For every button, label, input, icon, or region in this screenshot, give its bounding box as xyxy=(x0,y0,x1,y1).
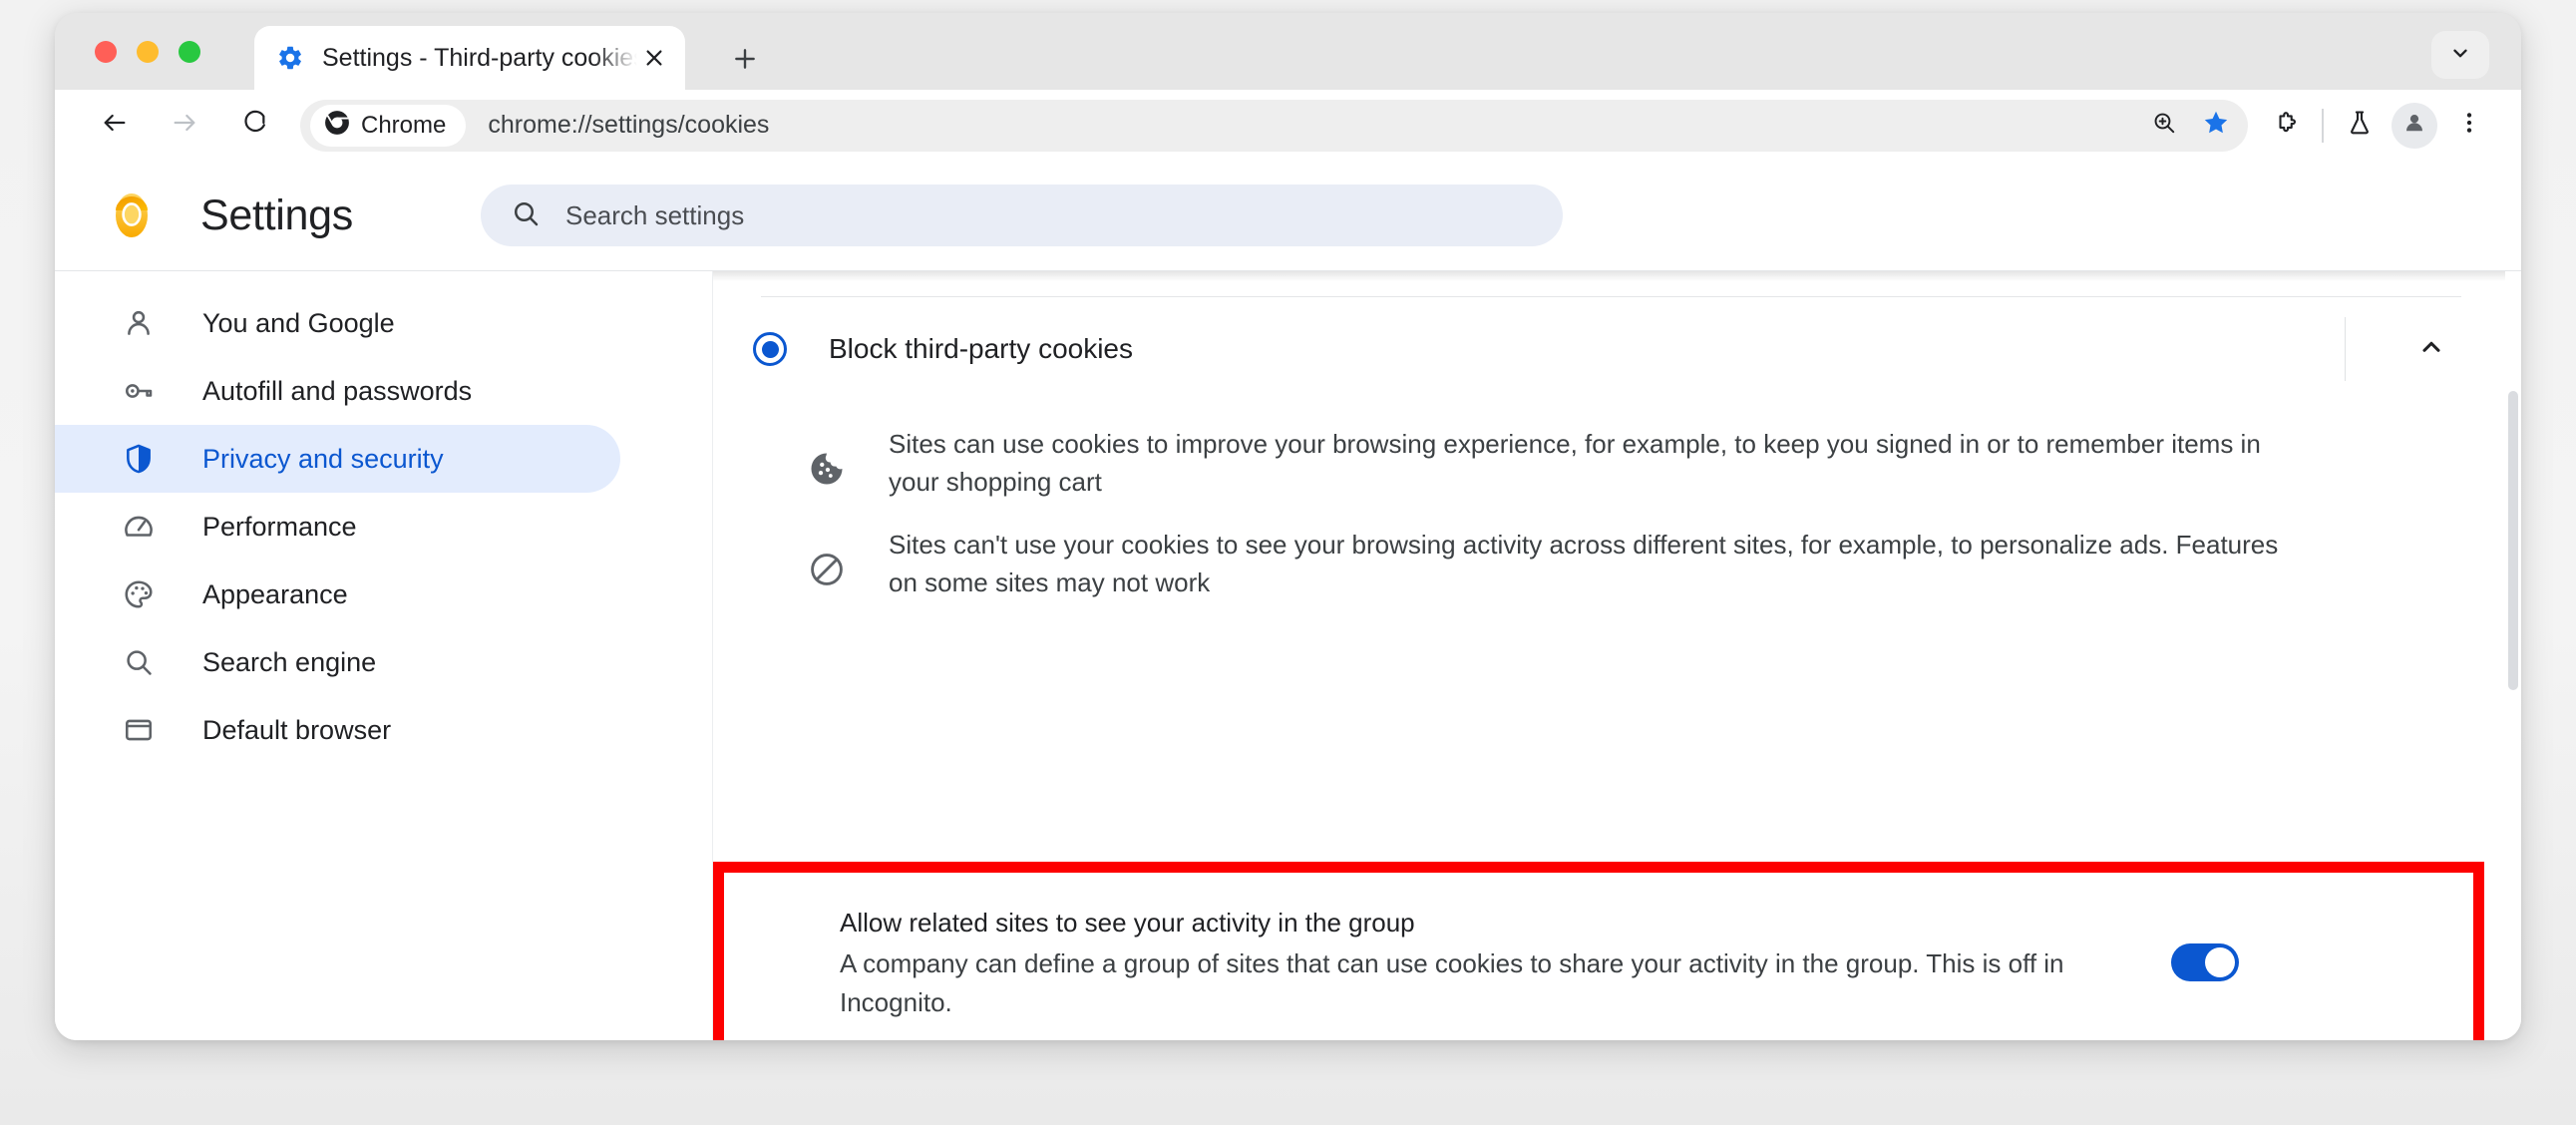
reload-button[interactable] xyxy=(230,102,278,150)
blocked-circle-slash-icon xyxy=(805,548,849,591)
zoom-button[interactable] xyxy=(2140,102,2188,150)
reload-icon xyxy=(240,109,268,142)
settings-main-content: Block third-party cookies Sites can use … xyxy=(713,271,2521,1040)
sidebar-item-label: You and Google xyxy=(202,307,395,338)
sidebar-item-search-engine[interactable]: Search engine xyxy=(55,628,620,696)
chrome-chip-label: Chrome xyxy=(361,111,447,139)
related-sites-description: A company can define a group of sites th… xyxy=(840,947,2064,1017)
zoom-in-icon xyxy=(2151,110,2177,141)
puzzle-piece-icon xyxy=(2272,109,2300,142)
tab-strip: Settings - Third-party cookies xyxy=(55,13,2521,90)
labs-button[interactable] xyxy=(2334,100,2386,152)
profile-button[interactable] xyxy=(2392,102,2437,149)
page-title: Settings xyxy=(200,190,353,239)
search-input[interactable]: Search settings xyxy=(565,200,744,231)
sidebar-item-appearance[interactable]: Appearance xyxy=(55,561,620,628)
browser-window: Settings - Third-party cookies Chrome ch… xyxy=(55,13,2521,1040)
window-icon xyxy=(121,712,157,748)
browser-tab[interactable]: Settings - Third-party cookies xyxy=(254,26,685,90)
collapse-section-button[interactable] xyxy=(2401,319,2461,379)
address-bar[interactable]: Chrome chrome://settings/cookies xyxy=(300,99,2248,152)
radio-label: Block third-party cookies xyxy=(829,333,1134,364)
chevron-up-icon xyxy=(2417,333,2445,366)
sidebar-item-label: Privacy and security xyxy=(202,443,444,474)
vertical-divider xyxy=(2345,317,2346,381)
chrome-origin-chip[interactable]: Chrome xyxy=(310,104,467,147)
sidebar-item-you-and-google[interactable]: You and Google xyxy=(55,289,620,357)
chevron-down-icon xyxy=(2449,42,2471,69)
omnibox-actions xyxy=(2140,100,2248,152)
extensions-button[interactable] xyxy=(2260,100,2312,152)
search-icon xyxy=(511,198,541,233)
three-dot-menu-icon xyxy=(2456,110,2482,141)
shield-icon xyxy=(121,441,157,477)
star-filled-icon xyxy=(2202,109,2230,142)
chrome-logo-icon xyxy=(324,110,350,141)
browser-toolbar: Chrome chrome://settings/cookies xyxy=(55,90,2521,161)
bullet-cookies-blocked: Sites can't use your cookies to see your… xyxy=(713,526,2521,602)
settings-body: You and Google Autofill and passwords Pr… xyxy=(55,270,2521,1040)
sidebar-item-label: Autofill and passwords xyxy=(202,375,473,406)
person-icon xyxy=(121,305,157,341)
key-icon xyxy=(121,373,157,409)
related-sites-title: Allow related sites to see your activity… xyxy=(840,907,1415,938)
settings-page: Settings Search settings You and Google … xyxy=(55,161,2521,1040)
back-arrow-icon xyxy=(101,109,129,142)
chrome-menu-button[interactable] xyxy=(2443,100,2495,152)
collapse-controls xyxy=(2345,297,2461,401)
speedometer-icon xyxy=(121,509,157,545)
back-button[interactable] xyxy=(91,102,139,150)
sidebar-item-label: Search engine xyxy=(202,646,377,677)
toolbar-divider xyxy=(2322,108,2324,143)
content-top-shadow xyxy=(713,271,2521,281)
tab-title: Settings - Third-party cookies xyxy=(322,43,637,72)
maximize-window-button[interactable] xyxy=(179,41,200,63)
content-scrollbar[interactable] xyxy=(2505,271,2521,1040)
new-tab-button[interactable] xyxy=(725,39,765,79)
settings-gear-icon xyxy=(276,44,304,72)
close-window-button[interactable] xyxy=(95,41,117,63)
settings-header: Settings Search settings xyxy=(55,161,2521,270)
chrome-canary-logo xyxy=(103,187,161,244)
related-sites-setting-row[interactable]: Allow related sites to see your activity… xyxy=(724,873,2473,1040)
radio-button-selected[interactable] xyxy=(753,332,787,366)
tab-search-button[interactable] xyxy=(2431,31,2489,79)
forward-arrow-icon xyxy=(171,109,198,142)
sidebar-item-autofill-and-passwords[interactable]: Autofill and passwords xyxy=(55,357,620,425)
minimize-window-button[interactable] xyxy=(137,41,159,63)
sidebar-item-label: Performance xyxy=(202,511,357,542)
bullet-text: Sites can use cookies to improve your br… xyxy=(889,429,2261,498)
sidebar-item-performance[interactable]: Performance xyxy=(55,493,620,561)
sidebar-item-label: Appearance xyxy=(202,578,348,609)
bullet-cookies-allowed: Sites can use cookies to improve your br… xyxy=(713,425,2521,502)
traffic-lights xyxy=(95,41,200,63)
forward-button[interactable] xyxy=(161,102,208,150)
related-sites-toggle[interactable] xyxy=(2171,943,2239,981)
bookmark-button[interactable] xyxy=(2192,102,2240,150)
search-settings-box[interactable]: Search settings xyxy=(480,185,1563,246)
close-tab-button[interactable] xyxy=(637,41,671,75)
block-third-party-cookies-option[interactable]: Block third-party cookies xyxy=(713,297,2521,401)
radio-dot xyxy=(761,340,779,358)
settings-sidebar: You and Google Autofill and passwords Pr… xyxy=(55,271,713,1040)
related-sites-highlight-box: Allow related sites to see your activity… xyxy=(713,862,2484,1040)
flask-icon xyxy=(2346,109,2374,142)
scrollbar-thumb[interactable] xyxy=(2508,391,2518,690)
person-avatar-icon xyxy=(2401,110,2427,141)
sidebar-item-default-browser[interactable]: Default browser xyxy=(55,696,620,764)
sidebar-item-label: Default browser xyxy=(202,714,392,745)
palette-icon xyxy=(121,576,157,612)
cookie-icon xyxy=(805,447,849,491)
bullet-text: Sites can't use your cookies to see your… xyxy=(889,529,2279,598)
search-icon xyxy=(121,644,157,680)
sidebar-item-privacy-and-security[interactable]: Privacy and security xyxy=(55,425,620,493)
toggle-knob xyxy=(2205,947,2235,977)
related-sites-texts: Allow related sites to see your activity… xyxy=(840,904,2131,1022)
url-text[interactable]: chrome://settings/cookies xyxy=(488,111,769,140)
